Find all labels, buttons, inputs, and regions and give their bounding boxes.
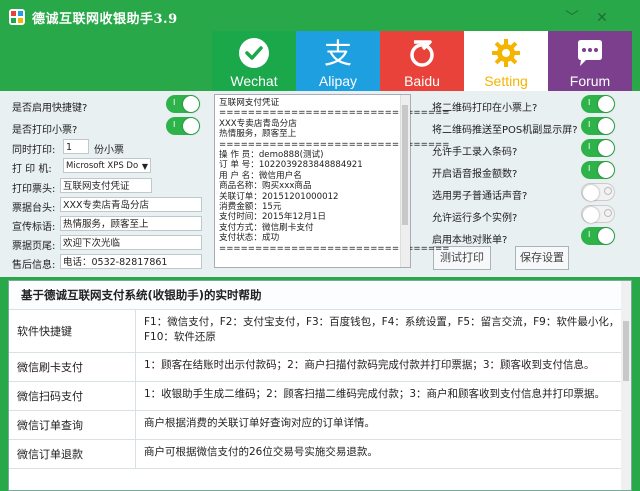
receipt-line: 用 户 名：微信用户名	[219, 170, 302, 181]
help-row-value: 1：收银助手生成二维码；2：顾客扫描二维码完成付款；3：商户和顾客收到支付信息并…	[144, 388, 606, 400]
slogan-input[interactable]: 热情服务，顾客至上	[60, 216, 202, 231]
svg-text:支: 支	[324, 37, 352, 69]
receipt-line: 操 作 员：demo888(测试)	[219, 150, 324, 161]
save-settings-button[interactable]: 保存设置	[515, 246, 569, 270]
print-ticket-label: 是否打印小票?	[12, 125, 78, 136]
window-title: 德诚互联网收银助手3.9	[32, 12, 178, 27]
printer-label: 打 印 机:	[12, 164, 52, 175]
wechat-icon	[239, 38, 269, 68]
copies-input[interactable]: 1	[63, 139, 89, 154]
quick-key-label: 是否启用快捷键?	[12, 103, 88, 114]
tab-alipay[interactable]: 支 Alipay	[296, 31, 380, 91]
option-toggle[interactable]	[581, 183, 615, 201]
help-row-key: 微信订单退款	[9, 440, 136, 468]
help-row-key: 微信订单查询	[9, 411, 136, 439]
tab-wechat[interactable]: Wechat	[212, 31, 296, 91]
option-toggle[interactable]: I	[581, 95, 615, 113]
receipt-line: 支付方式：微信刷卡支付	[219, 222, 314, 233]
option-toggle[interactable]: I	[581, 117, 615, 135]
gear-icon	[492, 39, 520, 67]
receipt-line: 消费金额：15元	[219, 202, 282, 213]
slogan-label: 宣传标语:	[12, 222, 56, 233]
help-row: 软件快捷键 F1：微信支付，F2：支付宝支付，F3：百度钱包，F4：系统设置，F…	[9, 310, 631, 353]
help-panel: 基于德诚互联网支付系统(收银助手)的实时帮助 软件快捷键 F1：微信支付，F2：…	[8, 280, 632, 491]
option-toggle[interactable]: I	[581, 227, 615, 245]
chevron-down-icon: ▼	[141, 162, 148, 171]
tab-setting[interactable]: Setting	[464, 31, 548, 91]
help-row-key: 软件快捷键	[9, 310, 136, 352]
copies-label: 同时打印:	[12, 145, 56, 156]
receipt-line: 互联网支付凭证	[219, 98, 280, 108]
footer-label: 票据页尾:	[12, 241, 56, 252]
help-row: 微信刷卡支付 1：顾客在结账时出示付款码；2：商户扫描付款码完成付款并打印票据；…	[9, 353, 631, 382]
minimize-button[interactable]: ﹀	[562, 10, 582, 26]
receipt-line: ================================	[219, 139, 450, 150]
scrollbar-thumb[interactable]	[402, 105, 408, 225]
receipt-line: 支付状态：成功	[219, 233, 280, 244]
help-scrollbar[interactable]	[621, 281, 631, 490]
help-row-value: 商户可根据微信支付的26位交易号实施交易退款。	[144, 446, 378, 458]
header-label: 打印票头:	[12, 184, 56, 195]
help-title: 基于德诚互联网支付系统(收银助手)的实时帮助	[9, 281, 631, 310]
option-label: 允许运行多个实例?	[432, 213, 518, 224]
option-label: 将二维码推送至POS机副显示屏?	[432, 125, 578, 136]
aftersale-input[interactable]: 电话：0532-82817861	[60, 254, 202, 269]
tab-baidu[interactable]: Baidu	[380, 31, 464, 91]
receipt-line: ================================	[219, 243, 450, 254]
copies-unit: 份小票	[94, 145, 124, 156]
help-row: 微信订单查询 商户根据消费的关联订单好查询对应的订单详情。	[9, 411, 631, 440]
tab-forum[interactable]: Forum	[548, 31, 632, 91]
help-row-key: 微信刷卡支付	[9, 353, 136, 381]
baidu-icon	[410, 40, 434, 67]
receipt-line: XXX专卖店青岛分店	[219, 118, 297, 129]
header-input[interactable]: 互联网支付凭证	[60, 178, 152, 193]
quick-key-toggle[interactable]: I	[166, 95, 200, 113]
alipay-icon: 支	[324, 37, 352, 69]
help-row: 微信扫码支付 1：收银助手生成二维码；2：顾客扫描二维码完成付款；3：商户和顾客…	[9, 382, 631, 411]
shop-input[interactable]: XXX专卖店青岛分店	[60, 197, 202, 212]
help-row-value: 1：顾客在结账时出示付款码；2：商户扫描付款码完成付款并打印票据；3：顾客收到支…	[144, 359, 595, 371]
tab-bar: Wechat 支 Alipay Baidu Setting Forum	[212, 31, 640, 91]
option-toggle[interactable]: I	[581, 161, 615, 179]
receipt-line: 订 单 号：1022039283848884921	[219, 160, 363, 171]
help-row: 微信订单退款 商户可根据微信支付的26位交易号实施交易退款。	[9, 440, 631, 469]
option-label: 选用男子普通话声音?	[432, 191, 528, 202]
tab-wechat-label: Wechat	[230, 73, 278, 89]
help-row-value: 商户根据消费的关联订单好查询对应的订单详情。	[144, 417, 375, 429]
tab-setting-label: Setting	[484, 73, 528, 89]
close-button[interactable]: ✕	[592, 10, 612, 26]
shop-label: 票据台头:	[12, 203, 56, 214]
aftersale-label: 售后信息:	[12, 260, 56, 271]
option-label: 开启语音报金额数?	[432, 169, 518, 180]
receipt-line: 热情服务，顾客至上	[219, 129, 297, 140]
receipt-line: 关联订单：20151201000012	[219, 191, 339, 202]
tab-baidu-label: Baidu	[404, 73, 440, 89]
receipt-line: ================================	[219, 108, 450, 119]
title-bar: 德诚互联网收银助手3.9 ﹀ ✕	[0, 0, 640, 34]
help-row-key: 微信扫码支付	[9, 382, 136, 410]
receipt-scrollbar[interactable]	[400, 95, 410, 267]
receipt-line: 支付时间：2015年12月1日	[219, 212, 327, 223]
tab-alipay-label: Alipay	[318, 73, 358, 89]
printer-select[interactable]: Microsoft XPS Do ▼	[63, 158, 151, 173]
chat-bubble-icon	[578, 40, 602, 66]
receipt-line: 商品名称：购买xxx商品	[219, 181, 312, 192]
tab-forum-label: Forum	[569, 73, 611, 89]
option-toggle[interactable]: I	[581, 139, 615, 157]
scrollbar-thumb[interactable]	[623, 321, 629, 381]
print-ticket-toggle[interactable]: I	[166, 117, 200, 135]
option-toggle[interactable]	[581, 205, 615, 223]
help-row-value: F1：微信支付，F2：支付宝支付，F3：百度钱包，F4：系统设置，F5：留言交流…	[144, 316, 620, 343]
printer-select-value: Microsoft XPS Do	[66, 161, 139, 171]
footer-input[interactable]: 欢迎下次光临	[60, 235, 202, 250]
receipt-preview[interactable]: 互联网支付凭证 ================================…	[214, 94, 450, 268]
app-logo-icon	[9, 9, 25, 25]
